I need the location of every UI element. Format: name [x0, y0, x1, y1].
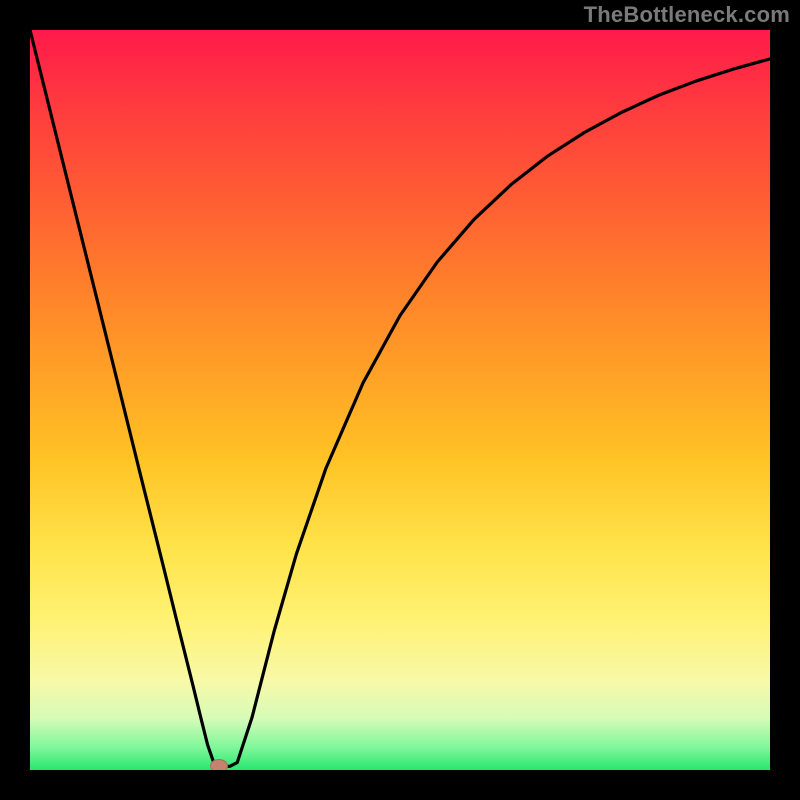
chart-container: TheBottleneck.com	[0, 0, 800, 800]
minimum-marker	[210, 759, 228, 770]
bottleneck-curve	[30, 30, 770, 770]
watermark-text: TheBottleneck.com	[584, 2, 790, 28]
plot-area	[30, 30, 770, 770]
curve-path	[30, 30, 770, 766]
